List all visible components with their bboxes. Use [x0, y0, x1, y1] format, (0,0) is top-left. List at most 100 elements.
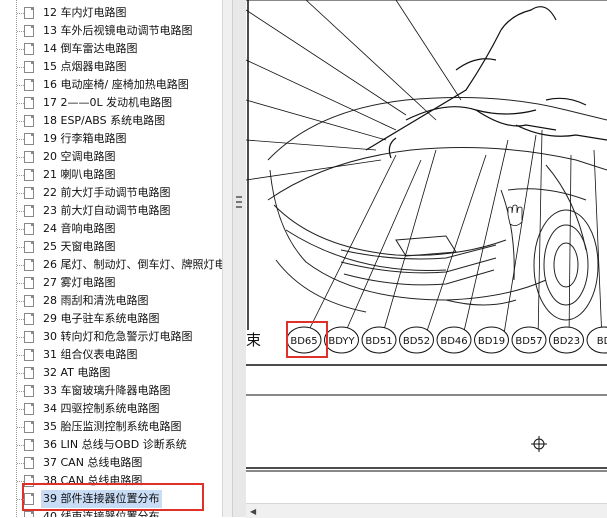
page-node-icon [24, 79, 34, 91]
wiring-diagram: BD65BDYYBD51BD52BD46BD19BD57BD23BD 束 [246, 0, 607, 472]
tree-item[interactable]: 36 LIN 总线与OBD 诊断系统 [0, 436, 222, 454]
connector-label: BD19 [474, 326, 509, 354]
tree-item-label: 31 组合仪表电路图 [43, 348, 138, 361]
tree-branch-line [17, 283, 24, 284]
tree-branch-line [17, 193, 24, 194]
tree-branch-line [17, 427, 24, 428]
tree-branch-line [17, 499, 24, 500]
connector-text: BD57 [515, 336, 542, 347]
harness-lines [365, 6, 607, 159]
tree-item[interactable]: 15 点烟器电路图 [0, 58, 222, 76]
page-node-icon [24, 457, 34, 469]
tree-item[interactable]: 29 电子驻车系统电路图 [0, 310, 222, 328]
connector-label: BD [586, 326, 607, 354]
bookmark-tree: 12 车内灯电路图 13 车外后视镜电动调节电路图 14 倒车雷达电路图 15 点烟器… [0, 0, 222, 517]
tree-item-label: 15 点烟器电路图 [43, 60, 127, 73]
page-node-icon [24, 133, 34, 145]
tree-item[interactable]: 32 AT 电路图 [0, 364, 222, 382]
tree-branch-line [17, 139, 24, 140]
tree-branch-line [17, 85, 24, 86]
tree-item[interactable]: 17 2——0L 发动机电路图 [0, 94, 222, 112]
tree-item[interactable]: 26 尾灯、制动灯、倒车灯、牌照灯电 [0, 256, 222, 274]
tree-branch-line [17, 121, 24, 122]
page-node-icon [24, 223, 34, 235]
tree-branch-line [17, 31, 24, 32]
tree-branch-line [17, 373, 24, 374]
connector-label: BD23 [549, 326, 584, 354]
tree-branch-line [17, 391, 24, 392]
page-node-icon [24, 205, 34, 217]
page-node-icon [24, 259, 34, 271]
tree-item[interactable]: 34 四驱控制系统电路图 [0, 400, 222, 418]
tree-item-label: 37 CAN 总线电路图 [43, 456, 143, 469]
tree-branch-line [17, 265, 24, 266]
page-node-icon [24, 331, 34, 343]
page-node-icon [24, 187, 34, 199]
connector-text: BD [597, 336, 607, 347]
scroll-left-icon[interactable]: ◀ [250, 507, 256, 516]
tree-branch-line [17, 445, 24, 446]
tree-item-label: 33 车窗玻璃升降器电路图 [43, 384, 171, 397]
tree-item[interactable]: 28 雨刮和清洗电路图 [0, 292, 222, 310]
tree-item[interactable]: 23 前大灯自动调节电路图 [0, 202, 222, 220]
tree-item[interactable]: 14 倒车雷达电路图 [0, 40, 222, 58]
tree-branch-line [17, 463, 24, 464]
tree-item-label: 27 雾灯电路图 [43, 276, 116, 289]
page-node-icon [24, 7, 34, 19]
tree-branch-line [17, 211, 24, 212]
document-view: BD65BDYYBD51BD52BD46BD19BD57BD23BD 束 [246, 0, 607, 517]
tree-item[interactable]: 19 行李箱电路图 [0, 130, 222, 148]
tree-branch-line [17, 49, 24, 50]
tree-branch-line [17, 229, 24, 230]
tree-item-label: 34 四驱控制系统电路图 [43, 402, 160, 415]
connector-text: BDYY [328, 336, 355, 347]
tree-item[interactable]: 27 雾灯电路图 [0, 274, 222, 292]
page-node-icon [24, 61, 34, 73]
tree-item[interactable]: 37 CAN 总线电路图 [0, 454, 222, 472]
tree-item-label: 24 音响电路图 [43, 222, 116, 235]
tree-branch-line [17, 157, 24, 158]
page-node-icon [24, 97, 34, 109]
page-node-icon [24, 241, 34, 253]
connector-text: BD52 [403, 336, 430, 347]
tree-item-label: 21 喇叭电路图 [43, 168, 116, 181]
tree-item[interactable]: 33 车窗玻璃升降器电路图 [0, 382, 222, 400]
page-node-icon [24, 169, 34, 181]
tree-item-label: 16 电动座椅/ 座椅加热电路图 [43, 78, 189, 91]
tree-item[interactable]: 16 电动座椅/ 座椅加热电路图 [0, 76, 222, 94]
connector-labels: BD65BDYYBD51BD52BD46BD19BD57BD23BD [286, 326, 607, 354]
tree-item[interactable]: 13 车外后视镜电动调节电路图 [0, 22, 222, 40]
tree-item[interactable]: 20 空调电路图 [0, 148, 222, 166]
tree-item[interactable]: 25 天窗电路图 [0, 238, 222, 256]
tree-item[interactable]: 31 组合仪表电路图 [0, 346, 222, 364]
page-node-icon [24, 403, 34, 415]
document-horizontal-scrollbar[interactable]: ◀ [246, 503, 607, 518]
tree-item-label: 26 尾灯、制动灯、倒车灯、牌照灯电 [43, 258, 222, 271]
car-outline [267, 97, 607, 321]
tree-branch-line [17, 301, 24, 302]
page-node-icon [24, 385, 34, 397]
hand-cursor-icon [507, 204, 523, 226]
tree-item-label: 22 前大灯手动调节电路图 [43, 186, 171, 199]
tree-branch-line [17, 355, 24, 356]
tree-branch-line [17, 67, 24, 68]
page-node-icon [24, 151, 34, 163]
connector-text: BD51 [365, 336, 392, 347]
connector-label: BD46 [436, 326, 472, 354]
connector-label: BDYY [324, 326, 359, 354]
page-node-icon [24, 277, 34, 289]
tree-item[interactable]: 18 ESP/ABS 系统电路图 [0, 112, 222, 130]
connector-label: BD52 [399, 326, 434, 354]
tree-item-label: 13 车外后视镜电动调节电路图 [43, 24, 193, 37]
tree-item[interactable]: 30 转向灯和危急警示灯电路图 [0, 328, 222, 346]
tree-item[interactable]: 35 胎压监测控制系统电路图 [0, 418, 222, 436]
tree-branch-line [17, 103, 24, 104]
tree-item[interactable]: 12 车内灯电路图 [0, 4, 222, 22]
page-node-icon [24, 313, 34, 325]
tree-item[interactable]: 21 喇叭电路图 [0, 166, 222, 184]
tree-item-label: 32 AT 电路图 [43, 366, 111, 379]
tree-item[interactable]: 24 音响电路图 [0, 220, 222, 238]
page-node-icon [24, 421, 34, 433]
tree-item[interactable]: 22 前大灯手动调节电路图 [0, 184, 222, 202]
connector-label: BD57 [511, 326, 547, 354]
